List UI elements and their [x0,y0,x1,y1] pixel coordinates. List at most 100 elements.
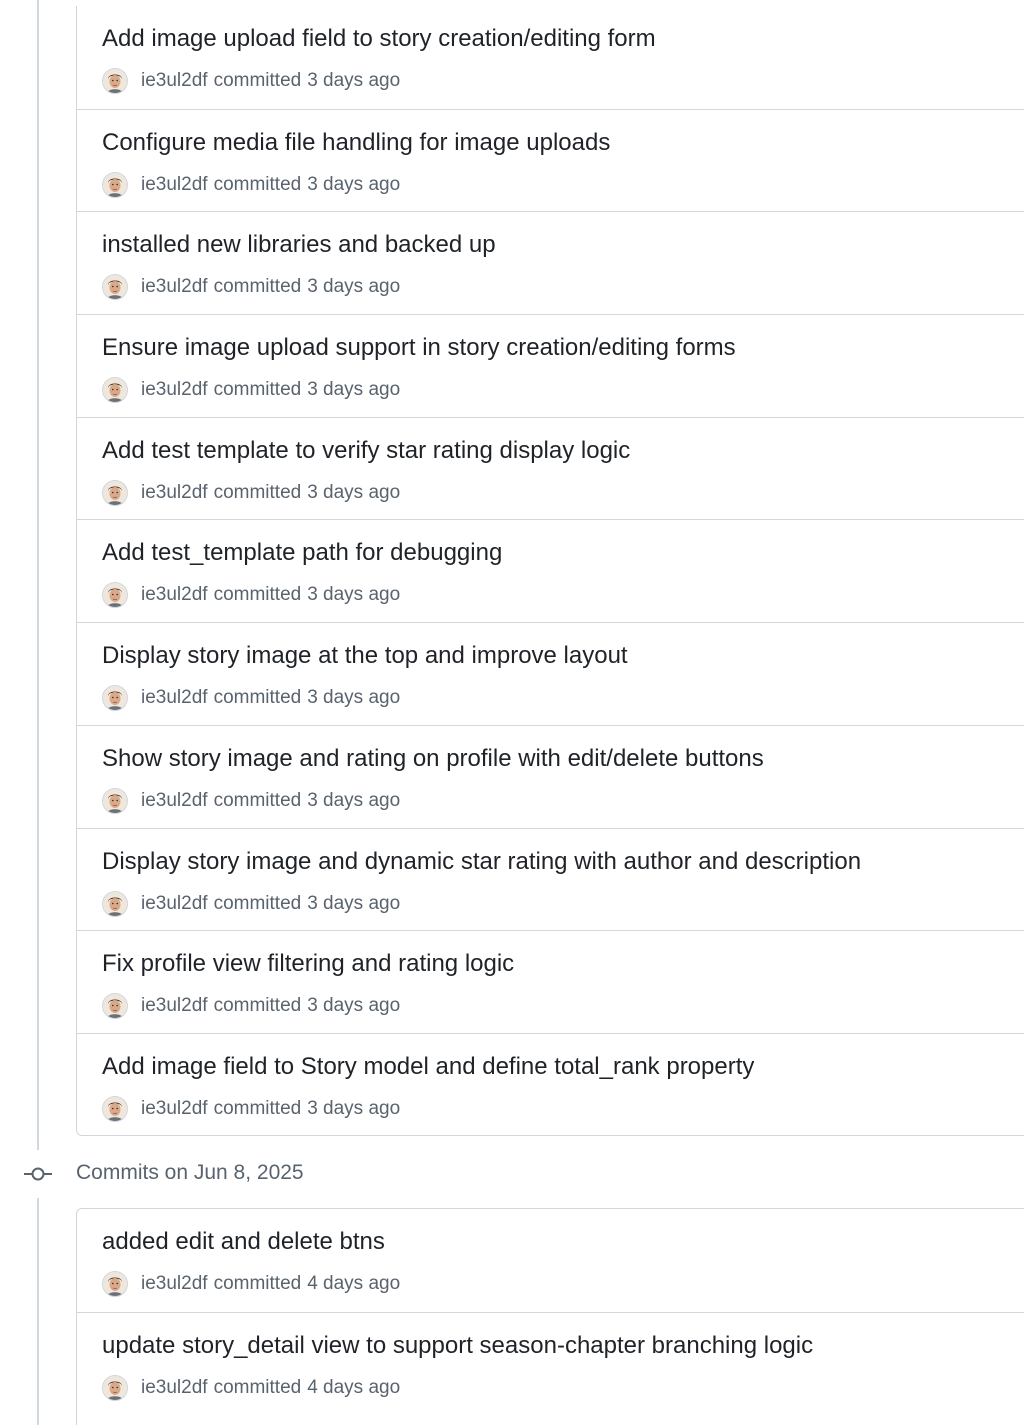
commit-timestamp[interactable]: 3 days ago [307,174,400,196]
commit-author-link[interactable]: ie3ul2df [141,1273,208,1295]
commit-title-link[interactable]: Add image field to Story model and defin… [102,1052,754,1082]
commit-author-link[interactable]: ie3ul2df [141,276,208,298]
commit-author-link[interactable]: ie3ul2df [141,482,208,504]
commit-meta: ie3ul2df committed 3 days ago [102,274,400,301]
user-avatar[interactable] [102,377,128,404]
commit-author-link[interactable]: ie3ul2df [141,379,208,401]
commit-verb: committed [213,892,302,914]
git-commit-icon [24,1167,52,1181]
commit-timestamp[interactable]: 3 days ago [307,379,400,401]
commit-meta: ie3ul2df committed 3 days ago [102,890,400,917]
commit-title-link[interactable]: Ensure image upload support in story cre… [102,333,736,363]
commit-verb: committed [213,276,302,298]
commit-title-link[interactable]: Add test template to verify star rating … [102,436,630,466]
timeline-line [37,0,39,1150]
avatar-face-icon [103,891,127,916]
commit-author-link[interactable]: ie3ul2df [141,687,208,709]
commit-verb: committed [213,584,302,606]
commit-meta: ie3ul2df committed 3 days ago [102,582,400,609]
commit-group: added edit and delete btns ie3ul2df comm… [76,1208,1024,1425]
commit-title-link[interactable]: Configure media file handling for image … [102,128,610,158]
commit-verb: committed [213,481,302,503]
commit-timestamp[interactable]: 3 days ago [307,584,400,606]
commit-author-link[interactable]: ie3ul2df [141,1098,208,1120]
commit-verb: committed [213,687,302,709]
commit-timestamp[interactable]: 4 days ago [307,1273,400,1295]
commit-meta: ie3ul2df committed 3 days ago [102,787,400,814]
commit-row: installed new libraries and backed up ie… [77,211,1024,314]
commit-verb: committed [213,173,302,195]
commit-author-link[interactable]: ie3ul2df [141,995,208,1017]
commit-row: update story_detail view to support seas… [77,1311,1024,1415]
commit-timestamp[interactable]: 3 days ago [307,687,400,709]
commit-title-link[interactable]: Display story image at the top and impro… [102,641,628,671]
commit-meta: ie3ul2df committed 3 days ago [102,1095,400,1122]
commit-meta: ie3ul2df committed 4 days ago [102,1271,400,1297]
commit-timestamp[interactable]: 3 days ago [307,276,400,298]
commit-row: Add test template to verify star rating … [77,416,1024,520]
avatar-face-icon [103,994,127,1019]
user-avatar[interactable] [102,890,128,917]
commit-meta: ie3ul2df committed 3 days ago [102,479,400,506]
commit-timestamp[interactable]: 3 days ago [307,70,400,92]
commit-title-link[interactable]: Fix profile view filtering and rating lo… [102,949,514,979]
commit-row: added edit and delete btns ie3ul2df comm… [77,1209,1024,1312]
commit-author-link[interactable]: ie3ul2df [141,70,208,92]
avatar-face-icon [103,1272,127,1296]
commit-title-link[interactable]: added edit and delete btns [102,1227,385,1257]
commit-date-label: Commits on Jun 8, 2025 [76,1161,304,1184]
user-avatar[interactable] [102,1374,128,1401]
commit-title-link[interactable]: Display story image and dynamic star rat… [102,847,861,877]
avatar-face-icon [103,686,127,711]
avatar-face-icon [103,69,127,93]
commit-verb: committed [213,1376,302,1398]
commit-verb: committed [213,1273,302,1294]
commit-timestamp[interactable]: 3 days ago [307,893,400,915]
commit-row: Fix profile view filtering and rating lo… [77,930,1024,1033]
commit-timestamp[interactable]: 3 days ago [307,790,400,812]
commit-verb: committed [213,70,302,91]
commit-timestamp[interactable]: 3 days ago [307,995,400,1017]
commit-row: Ensure image upload support in story cre… [77,314,1024,417]
avatar-face-icon [103,788,127,813]
avatar-face-icon [103,1096,127,1121]
commit-row: Show story image and rating on profile w… [77,724,1024,828]
commit-title-link[interactable]: installed new libraries and backed up [102,230,496,260]
commit-author-link[interactable]: ie3ul2df [141,584,208,606]
avatar-face-icon [103,275,127,300]
commit-title-link[interactable]: update story_detail view to support seas… [102,1331,813,1361]
commit-title-link[interactable]: Show story image and rating on profile w… [102,744,764,774]
commit-row: Configure media file handling for image … [77,108,1024,212]
commit-timestamp[interactable]: 4 days ago [307,1377,400,1399]
user-avatar[interactable] [102,68,128,94]
user-avatar[interactable] [102,685,128,712]
commit-timestamp[interactable]: 3 days ago [307,1098,400,1120]
commit-row: Add image field to Story model and defin… [77,1032,1024,1136]
user-avatar[interactable] [102,1271,128,1297]
commit-title-link[interactable]: Add test_template path for debugging [102,538,502,568]
user-avatar[interactable] [102,274,128,301]
commit-verb: committed [213,789,302,811]
user-avatar[interactable] [102,787,128,814]
user-avatar[interactable] [102,582,128,609]
user-avatar[interactable] [102,1095,128,1122]
commit-row: Display story image at the top and impro… [77,622,1024,725]
avatar-face-icon [103,583,127,608]
commit-author-link[interactable]: ie3ul2df [141,893,208,915]
commit-verb: committed [213,995,302,1017]
commit-meta: ie3ul2df committed 3 days ago [102,68,400,94]
user-avatar[interactable] [102,171,128,198]
user-avatar[interactable] [102,993,128,1020]
commit-meta: ie3ul2df committed 4 days ago [102,1374,400,1401]
commit-author-link[interactable]: ie3ul2df [141,790,208,812]
commit-author-link[interactable]: ie3ul2df [141,1377,208,1399]
avatar-face-icon [103,172,127,197]
commit-row: Display story image and dynamic star rat… [77,827,1024,931]
user-avatar[interactable] [102,479,128,506]
commit-verb: committed [213,1097,302,1119]
commit-verb: committed [213,379,302,401]
commit-timestamp[interactable]: 3 days ago [307,482,400,504]
commit-title-link[interactable]: Add image upload field to story creation… [102,24,656,54]
commit-author-link[interactable]: ie3ul2df [141,174,208,196]
commit-row: Add image upload field to story creation… [77,6,1024,109]
